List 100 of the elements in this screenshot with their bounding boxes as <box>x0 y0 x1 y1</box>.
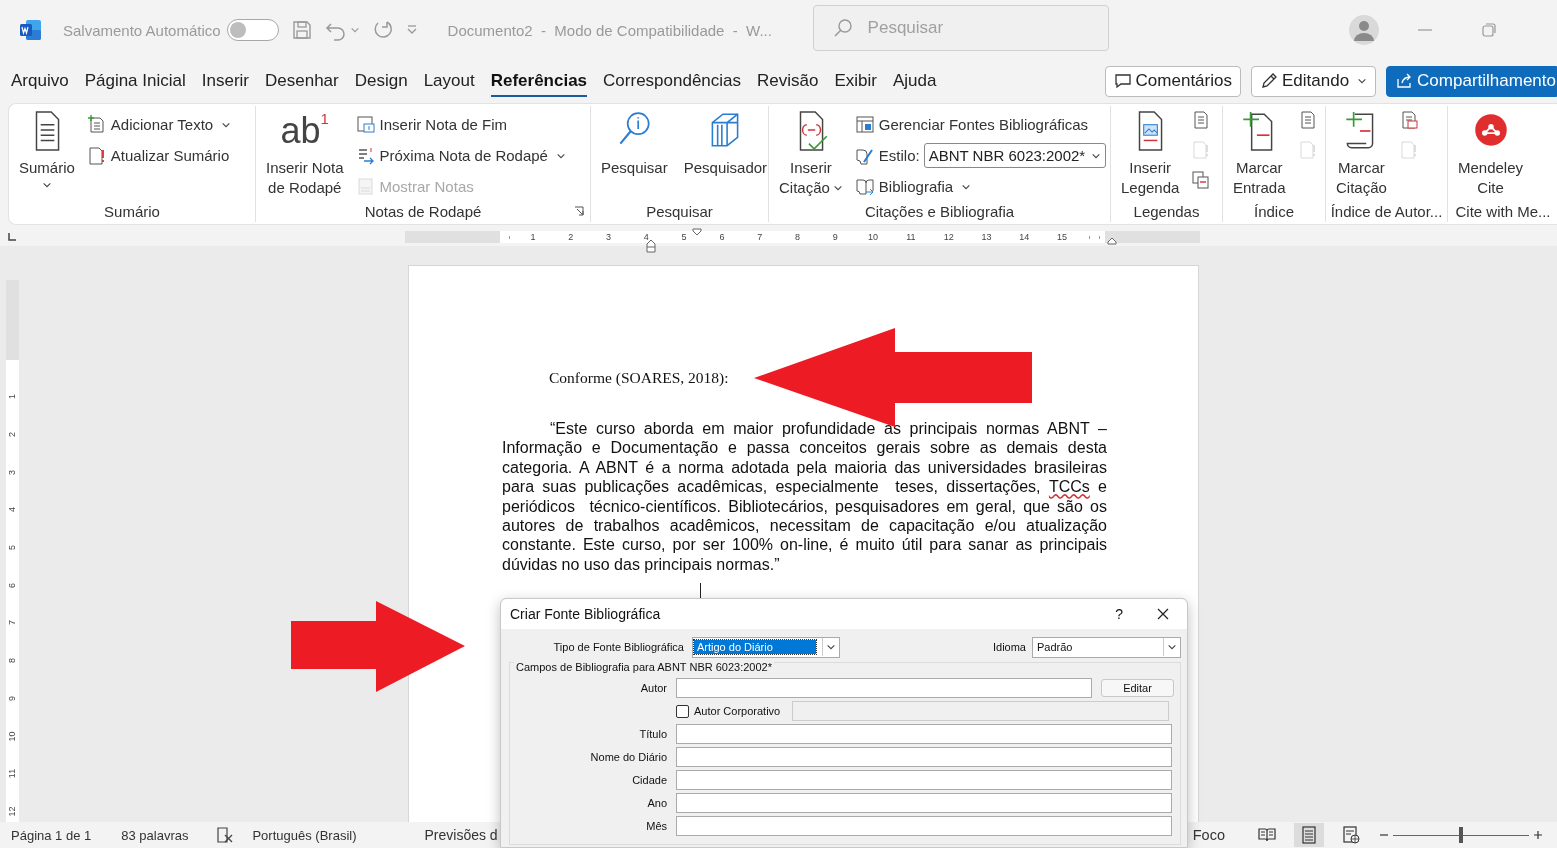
ribbon-tab[interactable]: Layout <box>423 65 475 97</box>
read-mode-icon[interactable] <box>1258 826 1276 844</box>
ribbon-tab[interactable]: Desenhar <box>265 65 339 97</box>
ribbon-tab[interactable]: Arquivo <box>11 65 69 97</box>
input-field[interactable] <box>676 747 1172 767</box>
ribbon-tab[interactable]: Ajuda <box>893 65 937 97</box>
update-document-icon <box>86 145 107 166</box>
input-field[interactable] <box>676 678 1092 698</box>
style-dropdown[interactable]: ABNT NBR 6023:2002* <box>923 143 1107 168</box>
checkbox[interactable] <box>676 704 689 718</box>
bibliography-icon <box>854 176 875 197</box>
ruler-number: 5 <box>8 545 17 551</box>
ruler-number: 13 <box>981 232 992 242</box>
page-count[interactable]: Página 1 de 1 <box>11 827 92 843</box>
ribbon-button[interactable]: Gerenciar Fontes Bibliográficas <box>854 112 1107 137</box>
dialog-launcher-icon[interactable] <box>574 206 584 216</box>
document-text: Conforme (SOARES, 2018): <box>548 368 730 388</box>
ribbon-button[interactable]: Adicionar Texto <box>86 112 232 137</box>
field-label: Nome do Diário <box>589 751 667 763</box>
cross-reference-icon[interactable] <box>1191 170 1212 190</box>
customize-icon[interactable] <box>405 24 418 36</box>
field-label: Cidade <box>631 774 667 786</box>
ribbon-button[interactable]: Inserir Citação <box>775 108 847 200</box>
close-icon[interactable] <box>1157 608 1169 620</box>
share-button[interactable]: Compartilhamento <box>1386 65 1557 97</box>
ribbon-button[interactable]: Atualizar Sumário <box>86 143 232 168</box>
ribbon-button[interactable]: Próxima Nota de Rodapé <box>355 143 566 168</box>
ruler-number: 6 <box>719 232 725 242</box>
ribbon-button[interactable]: Marcar Citação <box>1332 108 1391 200</box>
language-dropdown[interactable]: Padrão <box>1032 636 1181 658</box>
share-icon <box>1395 72 1414 90</box>
ribbon-tab[interactable]: Revisão <box>757 65 819 97</box>
ribbon-button[interactable]: Marcar Entrada <box>1229 108 1290 200</box>
text-predictions-label[interactable]: Previsões d <box>424 827 498 843</box>
ruler-number: 9 <box>8 695 17 701</box>
edit-button[interactable]: Editar <box>1101 679 1174 697</box>
manage-sources-icon <box>854 114 875 135</box>
search-icon <box>832 18 853 38</box>
editing-mode-button[interactable]: Editando <box>1250 65 1377 97</box>
ribbon-tab[interactable]: Correspondências <box>603 65 742 97</box>
language-label[interactable]: Português (Brasil) <box>252 827 357 843</box>
input-field[interactable] <box>676 816 1172 836</box>
save-icon[interactable] <box>290 19 313 41</box>
print-layout-icon[interactable] <box>1300 826 1318 844</box>
focus-button[interactable]: Foco <box>1192 827 1225 843</box>
ribbon-button[interactable]: Bibliografia <box>854 174 1107 199</box>
input-field[interactable] <box>676 793 1172 813</box>
zoom-in-icon[interactable] <box>1533 830 1543 840</box>
ribbon-tab[interactable]: Inserir <box>201 65 249 97</box>
ruler-number: 4 <box>643 232 649 242</box>
slider-thumb[interactable] <box>1459 827 1463 843</box>
dialog-title: Criar Fonte Bibliográfica <box>510 606 661 622</box>
web-layout-icon[interactable] <box>1342 826 1360 844</box>
field-label: Ano <box>646 797 667 809</box>
ribbon-button[interactable]: Mendeley Cite <box>1454 108 1528 200</box>
ribbon-tab[interactable]: Exibir <box>834 65 877 97</box>
source-type-dropdown[interactable]: Artigo do Diário <box>692 636 840 658</box>
ruler-number: 10 <box>8 731 17 742</box>
indent-marker-icon[interactable] <box>692 228 702 236</box>
ruler-number: 1 <box>8 394 17 400</box>
chevron-icon[interactable] <box>349 25 360 35</box>
tab-stop-icon[interactable] <box>8 233 16 241</box>
ribbon-button[interactable]: Pesquisador <box>679 108 768 200</box>
ribbon-button[interactable]: Pesquisar <box>597 108 672 200</box>
restore-icon[interactable] <box>1480 22 1497 38</box>
group-label: Pesquisar <box>646 202 713 220</box>
indent-marker-icon[interactable] <box>646 239 656 253</box>
ribbon-tab[interactable]: Design <box>354 65 408 97</box>
group-label: Legendas <box>1133 202 1200 220</box>
field-label: Tipo de Fonte Bibliográfica <box>552 641 684 653</box>
autosave-toggle[interactable] <box>226 19 279 41</box>
ruler-number: 5 <box>681 232 687 242</box>
avatar-icon[interactable] <box>1348 15 1379 45</box>
ribbon-tab[interactable]: Página Inicial <box>84 65 186 97</box>
ruler-number: 2 <box>568 232 574 242</box>
ruler-number: 1 <box>530 232 536 242</box>
checkbox-label[interactable]: Autor Corporativo <box>694 705 781 717</box>
notes-icon <box>355 176 376 197</box>
ruler-number: 7 <box>8 620 17 626</box>
ribbon-button[interactable]: Inserir Legenda <box>1117 108 1184 200</box>
group-label: Citações e Bibliografia <box>864 202 1015 220</box>
input-field[interactable] <box>676 770 1172 790</box>
proofing-icon[interactable] <box>216 826 235 844</box>
ruler-number: 8 <box>794 232 800 242</box>
search-field[interactable]: Pesquisar <box>812 5 1109 51</box>
ribbon-button[interactable]: Sumário <box>15 108 79 200</box>
help-button[interactable]: ? <box>1115 606 1123 622</box>
pencil-icon <box>1259 72 1278 90</box>
document-title: Documento2 - Modo de Compatibilidade - W... <box>447 21 773 39</box>
autosave-label: Salvamento Automático <box>63 21 221 39</box>
ruler-number: 11 <box>8 769 17 779</box>
ruler-number: 11 <box>906 232 916 242</box>
input-field[interactable] <box>676 724 1172 744</box>
comments-button[interactable]: Comentários <box>1104 65 1241 97</box>
style-label: Estilo: <box>878 147 920 164</box>
ribbon-tab[interactable]: Referências <box>490 65 588 97</box>
ruler-number: 12 <box>8 806 17 817</box>
ribbon-button[interactable]: Inserir Nota de Fim <box>355 112 566 137</box>
word-count[interactable]: 83 palavras <box>121 827 189 843</box>
ruler-number: 10 <box>868 232 879 242</box>
